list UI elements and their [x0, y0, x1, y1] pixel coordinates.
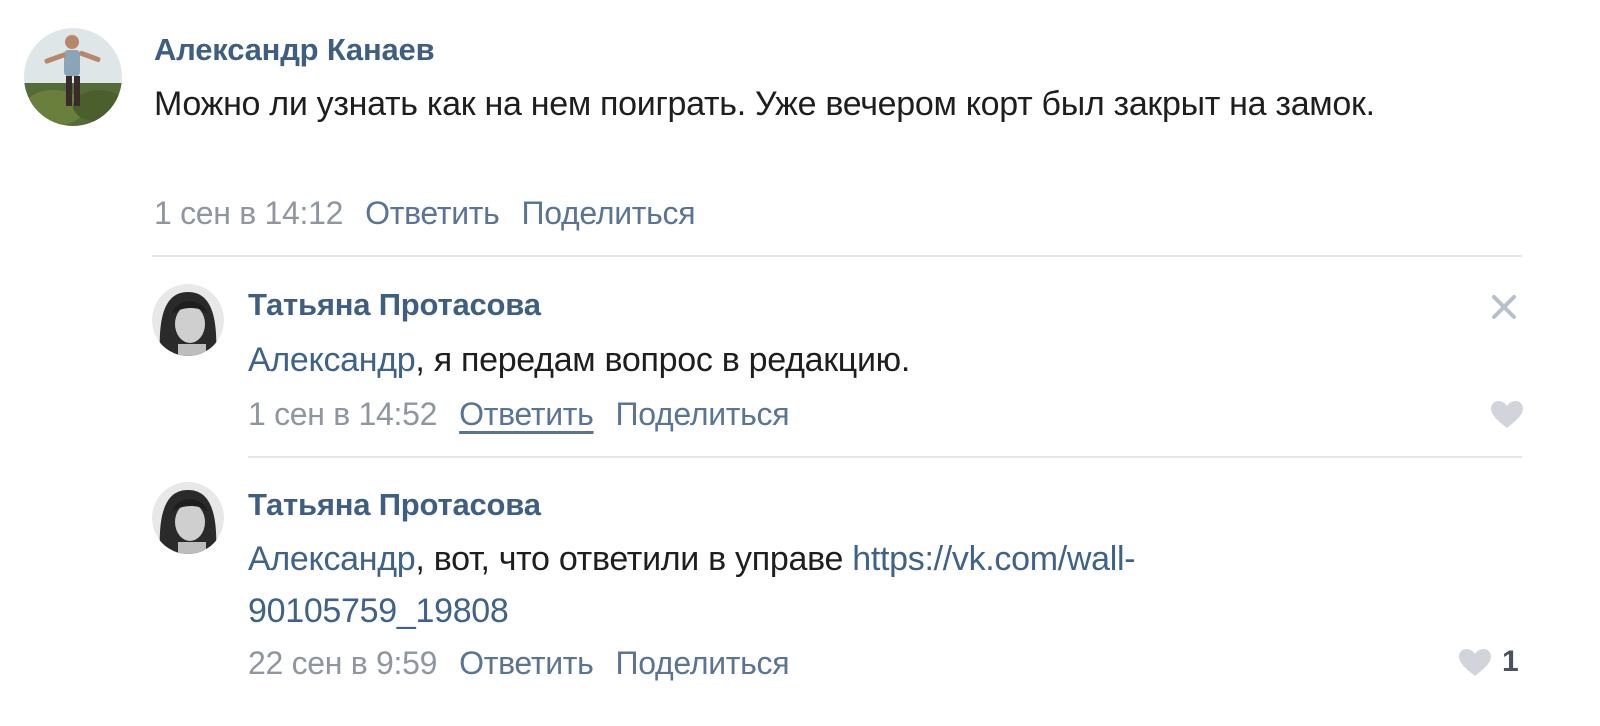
avatar-photo — [152, 482, 224, 554]
heart-icon[interactable] — [1458, 648, 1492, 683]
avatar-photo — [152, 284, 224, 356]
reply-body: , вот, что ответили в управе — [415, 540, 853, 578]
close-icon[interactable] — [1489, 292, 1519, 322]
heart-icon[interactable] — [1490, 400, 1524, 435]
comment-meta: 1 сен в 14:12 Ответить Поделиться — [154, 195, 696, 232]
comment-author[interactable]: Александр Канаев — [154, 32, 435, 68]
avatar[interactable] — [152, 284, 224, 356]
reply-meta: 22 сен в 9:59 Ответить Поделиться — [248, 645, 790, 682]
reply-author[interactable]: Татьяна Протасова — [248, 287, 541, 323]
reply-author[interactable]: Татьяна Протасова — [248, 487, 541, 523]
reply-button[interactable]: Ответить — [459, 645, 594, 681]
reply-date[interactable]: 22 сен в 9:59 — [248, 645, 437, 681]
avatar[interactable] — [152, 482, 224, 554]
reply-date[interactable]: 1 сен в 14:52 — [248, 396, 437, 432]
share-button[interactable]: Поделиться — [616, 396, 790, 432]
reply-text: Александр, я передам вопрос в редакцию. — [248, 334, 1448, 386]
reply-button[interactable]: Ответить — [459, 396, 594, 432]
reply-text: Александр, вот, что ответили в управе ht… — [248, 533, 1308, 637]
reply-body: , я передам вопрос в редакцию. — [415, 341, 911, 379]
like-count: 1 — [1502, 645, 1519, 678]
avatar[interactable] — [24, 28, 122, 126]
share-button[interactable]: Поделиться — [522, 195, 696, 231]
share-button[interactable]: Поделиться — [616, 645, 790, 681]
reply-button[interactable]: Ответить — [365, 195, 500, 231]
divider — [152, 255, 1522, 257]
mention-link[interactable]: Александр — [248, 341, 416, 379]
reply-meta: 1 сен в 14:52 Ответить Поделиться — [248, 396, 790, 433]
divider — [248, 456, 1522, 458]
mention-link[interactable]: Александр — [248, 540, 416, 578]
comment-date[interactable]: 1 сен в 14:12 — [154, 195, 343, 231]
comments-thread: Александр Канаев Можно ли узнать как на … — [0, 0, 1600, 726]
comment-text: Можно ли узнать как на нем поиграть. Уже… — [154, 85, 1375, 123]
avatar-photo — [24, 28, 122, 126]
